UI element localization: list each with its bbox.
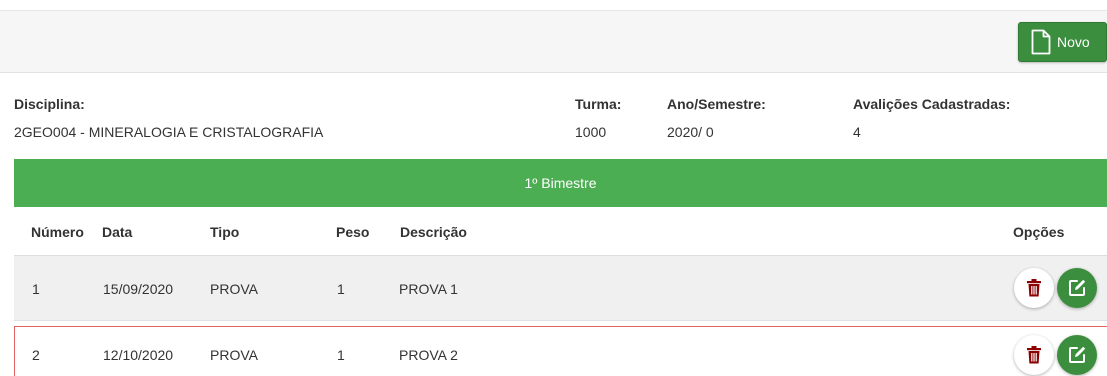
novo-button[interactable]: Novo (1018, 22, 1107, 62)
turma-value: 1000 (575, 124, 607, 140)
bimestre-header: 1º Bimestre (14, 159, 1107, 207)
avaliacoes-label: Avalições Cadastradas: (853, 96, 1011, 112)
col-peso: Peso (336, 224, 370, 240)
turma-label: Turma: (575, 96, 622, 112)
cell-peso: 1 (337, 281, 345, 297)
delete-button[interactable] (1014, 268, 1054, 308)
disciplina-value: 2GEO004 - MINERALOGIA E CRISTALOGRAFIA (14, 124, 324, 140)
col-tipo: Tipo (210, 224, 240, 240)
cell-descricao: PROVA 1 (399, 281, 458, 297)
avaliacoes-value: 4 (853, 124, 861, 140)
cell-numero: 2 (32, 347, 40, 363)
avaliacoes-info: Avalições Cadastradas: 4 (853, 96, 1010, 140)
ano-semestre-value: 2020/ 0 (667, 124, 714, 140)
ano-semestre-info: Ano/Semestre: 2020/ 0 (667, 96, 766, 140)
disciplina-label: Disciplina: (14, 96, 85, 112)
delete-button[interactable] (1014, 335, 1054, 375)
novo-button-label: Novo (1057, 34, 1090, 50)
disciplina-info: Disciplina: 2GEO004 - MINERALOGIA E CRIS… (14, 96, 323, 140)
table-row[interactable]: 2 12/10/2020 PROVA 1 PROVA 2 (14, 326, 1107, 376)
table-header: Número Data Tipo Peso Descrição Opções (14, 207, 1107, 256)
toolbar: Novo (0, 10, 1107, 73)
edit-button[interactable] (1057, 335, 1097, 375)
col-descricao: Descrição (400, 224, 467, 240)
col-data: Data (102, 224, 133, 240)
trash-icon (1027, 346, 1041, 364)
edit-button[interactable] (1057, 268, 1097, 308)
cell-numero: 1 (32, 281, 40, 297)
cell-tipo: PROVA (210, 347, 258, 363)
cell-tipo: PROVA (210, 281, 258, 297)
ano-semestre-label: Ano/Semestre: (667, 96, 766, 112)
bimestre-title: 1º Bimestre (524, 175, 597, 191)
table-row[interactable]: 1 15/09/2020 PROVA 1 PROVA 1 (14, 256, 1107, 321)
trash-icon (1027, 279, 1041, 297)
edit-icon (1069, 346, 1086, 363)
new-document-icon (1031, 29, 1051, 55)
edit-icon (1069, 279, 1086, 296)
col-numero: Número (31, 224, 84, 240)
col-opcoes: Opções (1013, 224, 1065, 240)
cell-peso: 1 (337, 347, 345, 363)
cell-data: 15/09/2020 (103, 281, 174, 297)
cell-data: 12/10/2020 (103, 347, 174, 363)
turma-info: Turma: 1000 (575, 96, 621, 140)
cell-descricao: PROVA 2 (399, 347, 458, 363)
